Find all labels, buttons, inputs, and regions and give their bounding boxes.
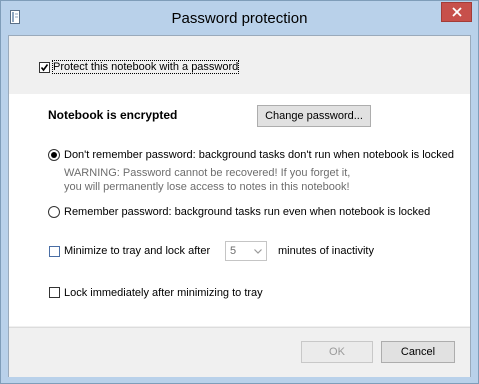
close-button[interactable] <box>441 2 472 22</box>
minutes-value: 5 <box>230 245 237 257</box>
lock-immediately-checkbox[interactable] <box>49 287 60 298</box>
window-title: Password protection <box>171 10 308 27</box>
ok-button[interactable]: OK <box>301 341 373 363</box>
protect-section: Protect this notebook with a password <box>9 36 470 95</box>
password-protection-dialog: Password protection Protect this noteboo… <box>0 0 479 384</box>
minimize-to-tray-checkbox[interactable] <box>49 246 60 257</box>
dont-remember-label[interactable]: Don't remember password: background task… <box>64 149 454 161</box>
protect-checkbox[interactable] <box>39 62 50 73</box>
checkmark-icon <box>40 64 49 72</box>
warning-line-2: you will permanently lose access to note… <box>64 181 350 193</box>
radio-selected-dot <box>51 152 57 158</box>
remember-radio[interactable] <box>48 206 60 218</box>
remember-label[interactable]: Remember password: background tasks run … <box>64 206 430 218</box>
encryption-settings-panel: Notebook is encrypted Change password...… <box>9 94 470 326</box>
cancel-button[interactable]: Cancel <box>381 341 455 363</box>
minutes-suffix-label: minutes of inactivity <box>278 245 374 257</box>
lock-immediately-label[interactable]: Lock immediately after minimizing to tra… <box>64 287 263 299</box>
minutes-dropdown[interactable]: 5 <box>225 241 267 261</box>
change-password-button[interactable]: Change password... <box>257 105 371 127</box>
chevron-down-icon <box>254 249 262 254</box>
encryption-status-title: Notebook is encrypted <box>48 108 178 122</box>
protect-checkbox-label[interactable]: Protect this notebook with a password <box>51 60 240 74</box>
dialog-button-bar: OK Cancel <box>9 327 470 377</box>
dont-remember-radio[interactable] <box>48 149 60 161</box>
dialog-client-area: Protect this notebook with a password No… <box>8 35 471 377</box>
title-bar[interactable]: Password protection <box>1 1 478 35</box>
close-icon <box>452 7 462 17</box>
minimize-to-tray-label[interactable]: Minimize to tray and lock after <box>64 245 210 257</box>
warning-line-1: WARNING: Password cannot be recovered! I… <box>64 167 351 179</box>
